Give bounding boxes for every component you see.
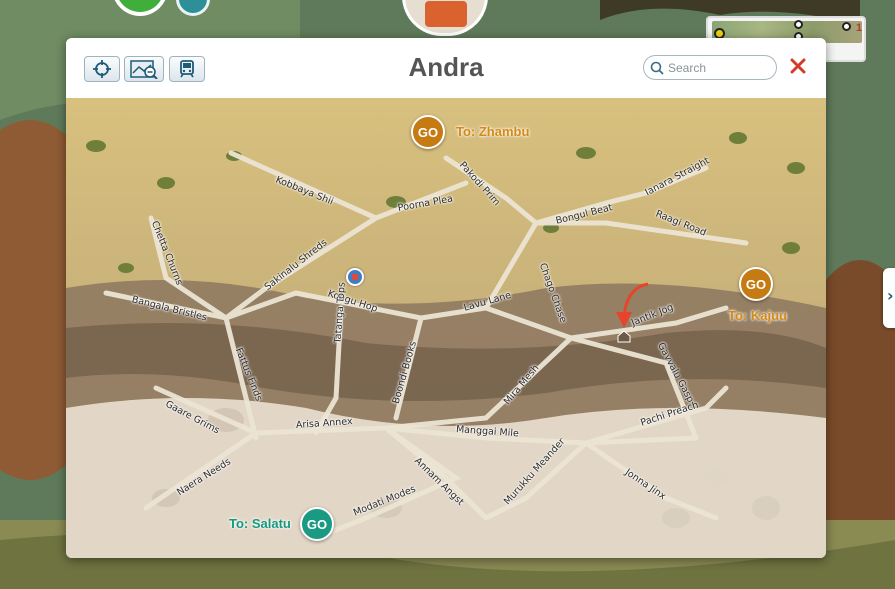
locate-button[interactable]: [84, 56, 120, 82]
locate-icon: [93, 60, 111, 78]
shop-icon[interactable]: [346, 268, 364, 286]
chevron-right-icon: ›: [887, 286, 894, 305]
train-button[interactable]: [169, 56, 205, 82]
mini-map-number: 1: [856, 22, 863, 34]
mini-map-waypoint[interactable]: [794, 20, 803, 29]
go-button-kajuu[interactable]: GO: [739, 267, 773, 301]
dialog-header: Andra: [66, 38, 826, 98]
close-button[interactable]: [786, 54, 810, 78]
current-location-arrow-icon: [616, 282, 649, 343]
zoom-map-icon: [130, 60, 158, 79]
page-title: Andra: [408, 52, 484, 82]
district-map[interactable]: Kobbaya Shii Pakodi Prim Poorna Plea Ian…: [66, 98, 826, 558]
side-panel-toggle[interactable]: ›: [883, 268, 895, 328]
go-button-salatu[interactable]: GO: [300, 507, 334, 541]
zoom-map-button[interactable]: [124, 56, 164, 82]
mini-map-waypoint[interactable]: [842, 22, 851, 31]
search-input[interactable]: [668, 60, 768, 75]
search-icon: [650, 61, 664, 75]
go-button-zhambu[interactable]: GO: [411, 115, 445, 149]
destination-label-kajuu[interactable]: To: Kajuu: [728, 308, 787, 323]
destination-label-zhambu[interactable]: To: Zhambu: [456, 124, 529, 139]
destination-label-salatu[interactable]: To: Salatu: [229, 516, 291, 531]
close-icon: [790, 58, 806, 74]
map-dialog: Andra Search Kobbaya Shii Pakodi Prim Po…: [66, 38, 826, 558]
search-box[interactable]: [643, 55, 777, 80]
train-icon: [180, 60, 194, 78]
